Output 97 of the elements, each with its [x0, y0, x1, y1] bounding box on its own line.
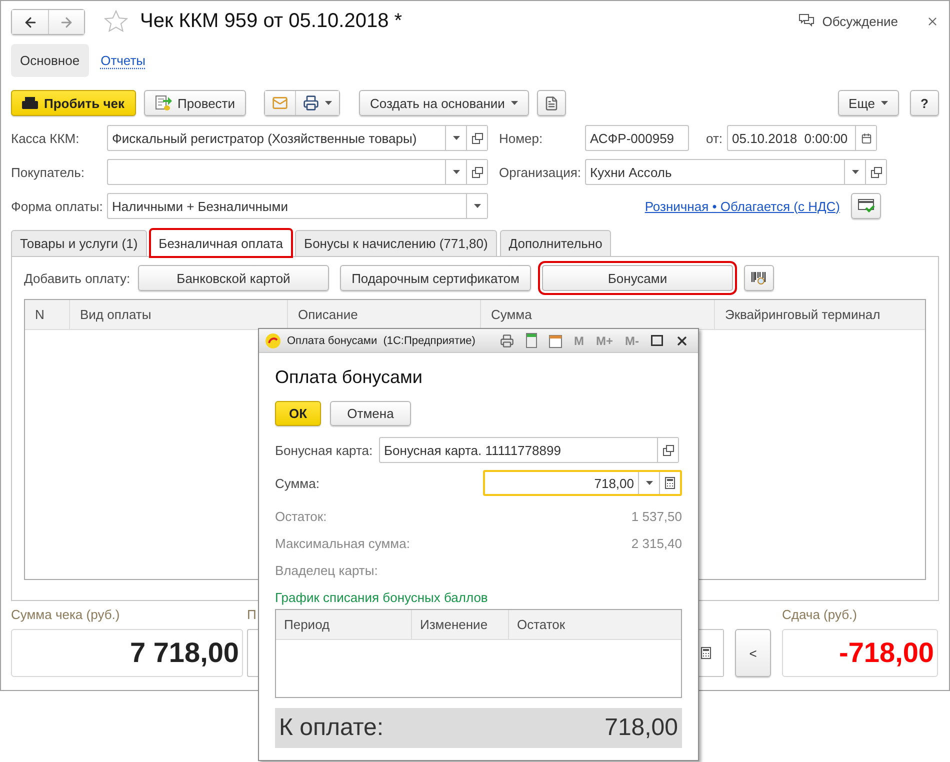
dialog-heading: Оплата бонусами [275, 367, 424, 388]
payment-form-field[interactable]: Наличными + Безналичными [107, 193, 488, 219]
maximize-button[interactable] [648, 335, 666, 346]
calendar-button[interactable] [855, 126, 876, 150]
open-icon [870, 166, 882, 178]
info-value: 2 315,40 [631, 536, 682, 550]
document-icon [544, 96, 559, 110]
payment-label: П [247, 607, 258, 623]
info-label: Максимальная сумма: [275, 536, 410, 550]
more-button[interactable]: Еще [838, 90, 899, 116]
dialog-title: Оплата бонусами (1С:Предприятие) [287, 334, 476, 346]
buyer-field[interactable] [107, 159, 488, 185]
column-header[interactable]: Остаток [509, 610, 681, 639]
ok-button[interactable]: ОК [275, 401, 321, 426]
close-icon [675, 334, 689, 348]
caret-icon [646, 481, 652, 485]
caret-icon [452, 136, 460, 140]
print-button[interactable] [295, 91, 340, 115]
calendar-icon [548, 333, 562, 348]
discussion-button[interactable]: Обсуждение [799, 14, 898, 28]
to-pay-value: 718,00 [604, 714, 678, 742]
open-icon [662, 444, 674, 456]
field-label: Форма оплаты: [11, 198, 104, 214]
add-payment-label: Добавить оплату: [24, 270, 127, 286]
section-tab[interactable]: Основное [11, 44, 89, 77]
caret-icon [852, 170, 858, 174]
create-based-on-button[interactable]: Создать на основании [359, 90, 529, 116]
tax-link[interactable]: Розничная • Облагается (с НДС) [644, 198, 840, 214]
logo-icon [265, 332, 281, 348]
column-header[interactable]: Изменение [412, 610, 509, 639]
field-label: Бонусная карта: [275, 442, 374, 458]
close-button[interactable] [926, 14, 939, 28]
organization-field[interactable]: Кухни Ассоль [585, 159, 887, 185]
column-header[interactable]: Эквайринговый терминал [715, 300, 925, 329]
add-payment-button[interactable]: Банковской картой [138, 265, 329, 291]
maximize-icon [651, 335, 663, 346]
caret-icon [452, 170, 460, 174]
printer-icon [303, 95, 320, 111]
open-button[interactable] [657, 438, 678, 462]
barcode-button[interactable] [744, 265, 774, 291]
change-label: Сдача (руб.) [782, 607, 858, 623]
field-label: Покупатель: [11, 164, 86, 180]
total-field: 7 718,00 [11, 629, 243, 677]
field-label: Сумма: [275, 476, 320, 490]
tab[interactable]: Бонусы к начислению (771,80) [295, 230, 497, 257]
star-icon[interactable] [104, 10, 128, 32]
schedule-link[interactable]: График списания бонусных баллов [275, 590, 682, 605]
card-check-icon [858, 199, 874, 213]
document-button[interactable] [536, 90, 566, 116]
change-field: -718,00 [782, 629, 938, 677]
tab[interactable]: Дополнительно [500, 230, 612, 257]
dropdown-button[interactable] [466, 194, 487, 218]
post-button[interactable]: Провести [144, 90, 246, 116]
back-button[interactable] [12, 10, 48, 34]
section-tab[interactable]: Отчеты [100, 44, 146, 77]
open-button[interactable] [466, 160, 487, 184]
add-payment-button[interactable]: Подарочным сертификатом [340, 265, 531, 291]
window-title: Чек ККМ 959 от 05.10.2018 * [140, 10, 402, 32]
field-label: Организация: [499, 164, 582, 180]
caret-icon [881, 101, 888, 105]
cash-register-field[interactable]: Фискальный регистратор (Хозяйственные товары) [107, 125, 488, 151]
document-arrow-icon [154, 95, 172, 111]
back-button[interactable]: < [735, 629, 771, 677]
bonus-card-field[interactable]: Бонусная карта. 11111778899 [379, 437, 679, 463]
total-label: Сумма чека (руб.) [11, 607, 121, 623]
info-label: Владелец карты: [275, 562, 378, 578]
column-header[interactable]: Период [276, 610, 412, 639]
info-value: 1 537,50 [631, 508, 682, 524]
help-button[interactable]: ? [910, 90, 939, 116]
print-receipt-button[interactable]: Пробить чек [11, 90, 136, 116]
barcode-search-icon [751, 270, 767, 286]
info-label: Остаток: [275, 508, 327, 524]
caret-icon [474, 204, 480, 208]
field-label: от: [706, 130, 724, 146]
tab[interactable]: Безналичная оплата [150, 229, 292, 257]
field-label: Номер: [499, 130, 544, 146]
amount-field[interactable]: 718,00 [483, 470, 682, 496]
date-field[interactable]: 05.10.2018 0:00:00 [727, 125, 877, 151]
tax-settings-button[interactable] [851, 193, 881, 219]
to-pay-label: К оплате: [279, 714, 384, 742]
printer-icon [500, 334, 514, 348]
caret-icon [510, 101, 518, 105]
right-arrow-icon [59, 14, 74, 30]
number-field[interactable]: АСФР-000959 [585, 125, 689, 151]
open-button[interactable] [466, 126, 487, 150]
envelope-icon [272, 95, 288, 111]
open-button[interactable] [865, 160, 886, 184]
tab[interactable]: Товары и услуги (1) [11, 230, 147, 257]
column-header[interactable]: N [25, 300, 70, 329]
caret-icon [325, 101, 332, 105]
calendar-icon [860, 132, 872, 144]
field-label: Касса ККМ: [11, 130, 80, 146]
open-icon [472, 166, 482, 178]
chat-icon [799, 14, 814, 28]
open-icon [472, 132, 482, 144]
cancel-button[interactable]: Отмена [330, 401, 411, 426]
close-icon [926, 14, 939, 28]
